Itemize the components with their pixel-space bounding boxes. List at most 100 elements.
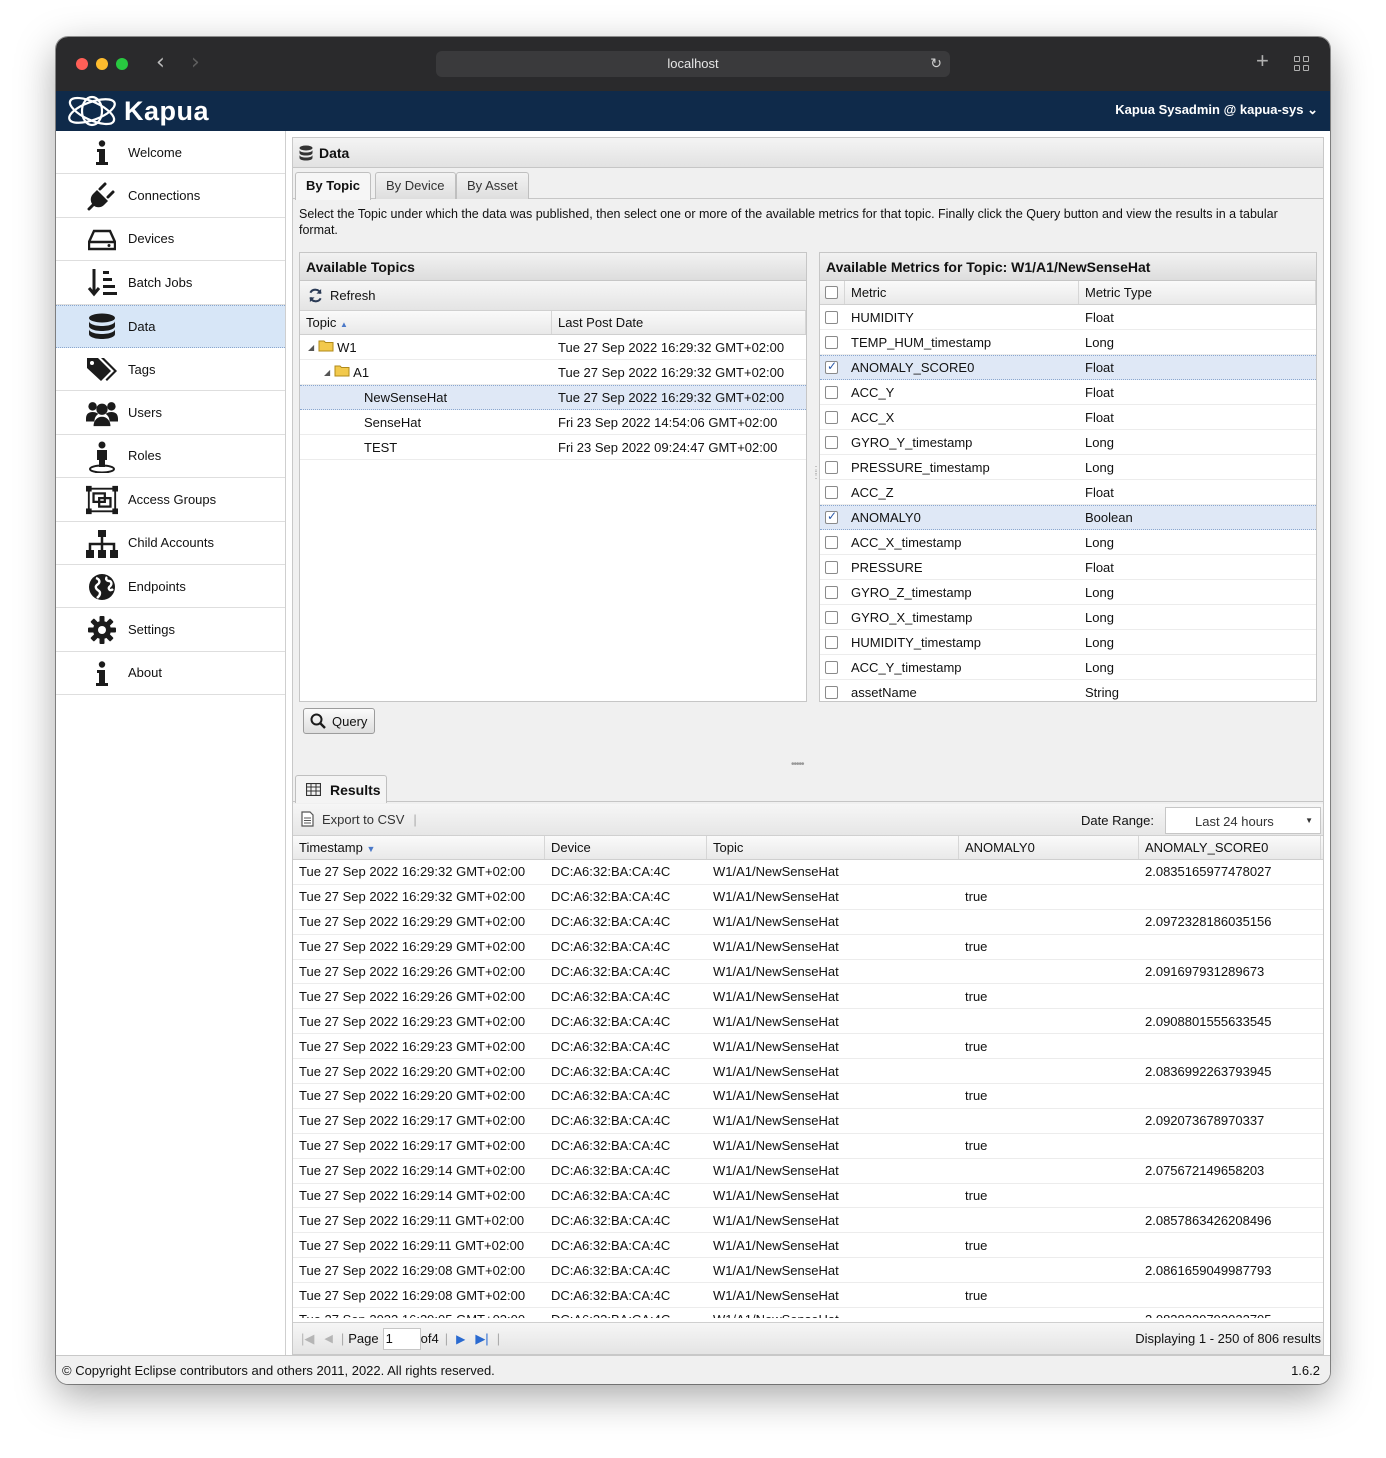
refresh-button[interactable]: Refresh bbox=[308, 288, 376, 303]
next-page-icon[interactable]: ▶ bbox=[456, 1332, 465, 1346]
table-row[interactable]: Tue 27 Sep 2022 16:29:08 GMT+02:00 DC:A6:… bbox=[293, 1258, 1323, 1284]
metric-row[interactable]: TEMP_HUM_timestamp Long bbox=[820, 330, 1316, 355]
table-row[interactable]: Tue 27 Sep 2022 16:29:26 GMT+02:00 DC:A6:… bbox=[293, 960, 1323, 985]
metric-row[interactable]: GYRO_Y_timestamp Long bbox=[820, 430, 1316, 455]
column-header-metric[interactable]: Metric bbox=[845, 281, 1079, 304]
export-csv-button[interactable]: Export to CSV | bbox=[301, 811, 417, 827]
metric-checkbox[interactable] bbox=[820, 535, 845, 549]
sidebar-item-endpoints[interactable]: Endpoints bbox=[56, 565, 285, 609]
metric-checkbox[interactable] bbox=[820, 511, 845, 524]
column-header-last-post-date[interactable]: Last Post Date bbox=[552, 311, 806, 334]
metric-checkbox[interactable] bbox=[820, 385, 845, 399]
metric-row[interactable]: ACC_Z Float bbox=[820, 480, 1316, 505]
table-row[interactable]: Tue 27 Sep 2022 16:29:08 GMT+02:00 DC:A6:… bbox=[293, 1283, 1323, 1309]
column-header-topic[interactable]: Topic ▲ bbox=[300, 311, 552, 334]
sidebar-item-child-accounts[interactable]: Child Accounts bbox=[56, 522, 285, 565]
sidebar-item-welcome[interactable]: Welcome bbox=[56, 131, 285, 175]
metric-row[interactable]: PRESSURE_timestamp Long bbox=[820, 455, 1316, 480]
table-row[interactable]: Tue 27 Sep 2022 16:29:32 GMT+02:00 DC:A6:… bbox=[293, 860, 1323, 885]
tab-by-topic[interactable]: By Topic bbox=[295, 172, 371, 200]
table-row[interactable]: Tue 27 Sep 2022 16:29:26 GMT+02:00 DC:A6:… bbox=[293, 984, 1323, 1010]
metric-row[interactable]: GYRO_X_timestamp Long bbox=[820, 605, 1316, 630]
table-row[interactable]: Tue 27 Sep 2022 16:29:05 GMT+02:00DC:A6:… bbox=[293, 1308, 1323, 1318]
metric-checkbox[interactable] bbox=[820, 310, 845, 324]
topic-row-a1[interactable]: ◢ A1 Tue 27 Sep 2022 16:29:32 GMT+02:00 bbox=[300, 360, 806, 385]
minimize-window-button[interactable] bbox=[96, 58, 108, 70]
table-row[interactable]: Tue 27 Sep 2022 16:29:17 GMT+02:00 DC:A6:… bbox=[293, 1134, 1323, 1159]
user-menu[interactable]: Kapua Sysadmin @ kapua-sys ⌄ bbox=[1115, 102, 1318, 118]
sidebar-item-connections[interactable]: Connections bbox=[56, 174, 285, 218]
sidebar-item-data[interactable]: Data bbox=[56, 304, 285, 348]
sidebar-item-devices[interactable]: Devices bbox=[56, 218, 285, 262]
tab-overview-icon[interactable] bbox=[1294, 56, 1310, 72]
back-icon[interactable]: ‹ bbox=[156, 52, 165, 74]
column-header-topic[interactable]: Topic bbox=[707, 836, 959, 859]
sidebar-item-roles[interactable]: Roles bbox=[56, 435, 285, 479]
sidebar-item-settings[interactable]: Settings bbox=[56, 608, 285, 652]
metric-row[interactable]: ACC_Y Float bbox=[820, 380, 1316, 405]
metric-checkbox[interactable] bbox=[820, 335, 845, 349]
sidebar-item-users[interactable]: Users bbox=[56, 391, 285, 435]
sidebar-item-access-groups[interactable]: Access Groups bbox=[56, 478, 285, 522]
topic-row-w1[interactable]: ◢ W1 Tue 27 Sep 2022 16:29:32 GMT+02:00 bbox=[300, 335, 806, 360]
table-row[interactable]: Tue 27 Sep 2022 16:29:23 GMT+02:00 DC:A6:… bbox=[293, 1009, 1323, 1035]
sidebar-item-batch-jobs[interactable]: Batch Jobs bbox=[56, 261, 285, 305]
vertical-splitter[interactable]: ⋮ ⋮ bbox=[811, 466, 821, 488]
metric-checkbox[interactable] bbox=[820, 361, 845, 374]
column-header-anomaly-score0[interactable]: ANOMALY_SCORE0 bbox=[1139, 836, 1321, 859]
address-bar[interactable]: localhost ↻ bbox=[436, 51, 950, 77]
column-header-metric-type[interactable]: Metric Type bbox=[1079, 281, 1316, 304]
table-row[interactable]: Tue 27 Sep 2022 16:29:14 GMT+02:00 DC:A6:… bbox=[293, 1159, 1323, 1184]
query-button[interactable]: Query bbox=[303, 708, 375, 734]
table-row[interactable]: Tue 27 Sep 2022 16:29:11 GMT+02:00 DC:A6:… bbox=[293, 1233, 1323, 1259]
metric-checkbox[interactable] bbox=[820, 685, 845, 699]
table-row[interactable]: Tue 27 Sep 2022 16:29:29 GMT+02:00 DC:A6:… bbox=[293, 935, 1323, 960]
metric-row[interactable]: PRESSURE Float bbox=[820, 555, 1316, 580]
horizontal-splitter[interactable]: ••••• bbox=[791, 760, 821, 770]
metric-row[interactable]: ACC_X_timestamp Long bbox=[820, 530, 1316, 555]
column-header-anomaly0[interactable]: ANOMALY0 bbox=[959, 836, 1139, 859]
tab-by-device[interactable]: By Device bbox=[375, 172, 456, 199]
metric-checkbox[interactable] bbox=[820, 635, 845, 649]
table-row[interactable]: Tue 27 Sep 2022 16:29:29 GMT+02:00 DC:A6:… bbox=[293, 910, 1323, 935]
tree-expanded-icon[interactable]: ◢ bbox=[324, 368, 330, 377]
tab-results[interactable]: Results bbox=[295, 775, 387, 803]
sidebar-item-tags[interactable]: Tags bbox=[56, 348, 285, 392]
column-header-timestamp[interactable]: Timestamp ▼ bbox=[293, 836, 545, 859]
sidebar-item-about[interactable]: About bbox=[56, 652, 285, 696]
metric-checkbox[interactable] bbox=[820, 410, 845, 424]
metric-row[interactable]: assetName String bbox=[820, 680, 1316, 701]
select-all-checkbox[interactable] bbox=[820, 281, 845, 304]
page-number-input[interactable]: 1 bbox=[382, 1327, 421, 1350]
table-row[interactable]: Tue 27 Sep 2022 16:29:17 GMT+02:00 DC:A6:… bbox=[293, 1109, 1323, 1134]
metric-checkbox[interactable] bbox=[820, 610, 845, 624]
metric-checkbox[interactable] bbox=[820, 660, 845, 674]
metric-checkbox[interactable] bbox=[820, 460, 845, 474]
first-page-icon[interactable]: |◀ bbox=[301, 1331, 314, 1347]
metric-row[interactable]: HUMIDITY Float bbox=[820, 305, 1316, 330]
metric-row[interactable]: ANOMALY_SCORE0 Float bbox=[820, 355, 1316, 380]
topic-row-test[interactable]: TEST Fri 23 Sep 2022 09:24:47 GMT+02:00 bbox=[300, 435, 806, 460]
metric-checkbox[interactable] bbox=[820, 485, 845, 499]
metric-row[interactable]: HUMIDITY_timestamp Long bbox=[820, 630, 1316, 655]
table-row[interactable]: Tue 27 Sep 2022 16:29:23 GMT+02:00 DC:A6:… bbox=[293, 1034, 1323, 1060]
zoom-window-button[interactable] bbox=[116, 58, 128, 70]
column-header-device[interactable]: Device bbox=[545, 836, 707, 859]
table-row[interactable]: Tue 27 Sep 2022 16:29:32 GMT+02:00 DC:A6:… bbox=[293, 885, 1323, 910]
prev-page-icon[interactable]: ◀ bbox=[324, 1332, 332, 1345]
topic-row-sensehat[interactable]: SenseHat Fri 23 Sep 2022 14:54:06 GMT+02… bbox=[300, 410, 806, 435]
reload-icon[interactable]: ↻ bbox=[930, 51, 942, 77]
metric-checkbox[interactable] bbox=[820, 585, 845, 599]
table-row[interactable]: Tue 27 Sep 2022 16:29:14 GMT+02:00 DC:A6:… bbox=[293, 1184, 1323, 1209]
metric-row[interactable]: ANOMALY0 Boolean bbox=[820, 505, 1316, 530]
forward-icon[interactable]: › bbox=[191, 52, 200, 74]
metric-row[interactable]: ACC_X Float bbox=[820, 405, 1316, 430]
metric-row[interactable]: ACC_Y_timestamp Long bbox=[820, 655, 1316, 680]
topic-row-newsensehat[interactable]: NewSenseHat Tue 27 Sep 2022 16:29:32 GMT… bbox=[300, 385, 806, 410]
table-row[interactable]: Tue 27 Sep 2022 16:29:11 GMT+02:00 DC:A6:… bbox=[293, 1208, 1323, 1234]
tab-by-asset[interactable]: By Asset bbox=[456, 172, 529, 199]
tree-expanded-icon[interactable]: ◢ bbox=[308, 343, 314, 352]
metric-checkbox[interactable] bbox=[820, 435, 845, 449]
metric-checkbox[interactable] bbox=[820, 560, 845, 574]
last-page-icon[interactable]: ▶| bbox=[475, 1331, 488, 1347]
